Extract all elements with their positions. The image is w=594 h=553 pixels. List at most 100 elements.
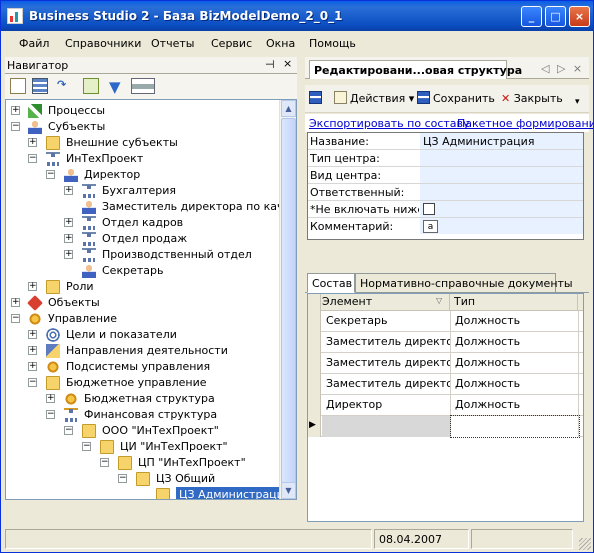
- status-panel-empty: [471, 529, 573, 549]
- expander-icon[interactable]: −: [46, 410, 55, 419]
- table-row[interactable]: Заместитель директо... Должность: [308, 332, 583, 353]
- actions-button[interactable]: Действия ▾: [334, 90, 414, 108]
- editor-tab[interactable]: Редактировани...овая структура: [309, 60, 522, 79]
- expander-icon[interactable]: −: [46, 170, 55, 179]
- org-icon: [46, 152, 60, 166]
- close-button[interactable]: ×: [569, 6, 590, 27]
- expander-icon[interactable]: +: [64, 218, 73, 227]
- composition-grid: Элемент ▽ Тип Секретарь Должность Замести…: [307, 293, 584, 522]
- expander-icon[interactable]: −: [64, 426, 73, 435]
- refresh-icon[interactable]: ↷: [57, 78, 73, 94]
- grid-icon[interactable]: [32, 78, 48, 94]
- current-row-icon: [308, 416, 321, 437]
- column-element[interactable]: Элемент: [308, 294, 450, 311]
- print-icon[interactable]: [131, 78, 155, 94]
- expander-icon[interactable]: −: [118, 474, 127, 483]
- expander-icon[interactable]: +: [46, 394, 55, 403]
- property-row-comment: Комментарий: a: [308, 218, 583, 235]
- direction-icon: [46, 344, 60, 358]
- expander-icon[interactable]: +: [64, 186, 73, 195]
- menu-file[interactable]: Файл: [19, 37, 49, 50]
- window-title: Business Studio 2 - База BizModelDemo_2_…: [29, 9, 343, 23]
- table-row[interactable]: Секретарь Должность: [308, 311, 583, 332]
- scroll-down-icon[interactable]: ▼: [281, 482, 296, 499]
- expander-icon[interactable]: −: [28, 378, 37, 387]
- editor-links: Экспортировать по составу Пакетное форми…: [305, 114, 593, 132]
- navigator-title: Навигатор: [7, 59, 69, 72]
- exclude-below-checkbox[interactable]: [423, 203, 435, 215]
- save-small-button[interactable]: [309, 90, 325, 108]
- menu-service[interactable]: Сервис: [211, 37, 252, 50]
- expander-icon[interactable]: +: [28, 346, 37, 355]
- expander-icon[interactable]: +: [11, 298, 20, 307]
- menu-windows[interactable]: Окна: [266, 37, 295, 50]
- expander-icon[interactable]: +: [28, 282, 37, 291]
- scroll-up-icon[interactable]: ▲: [281, 100, 296, 117]
- center-type-field[interactable]: [419, 150, 583, 166]
- table-row[interactable]: Директор Должность: [308, 395, 583, 416]
- property-row-center-type: Тип центра:: [308, 150, 583, 167]
- tab-composition[interactable]: Состав: [307, 273, 355, 293]
- save-button[interactable]: Сохранить: [417, 90, 495, 108]
- navigator-tree: + Процессы − Субъекты + Внешние субъекты − И…: [5, 99, 297, 500]
- expander-icon[interactable]: −: [82, 442, 91, 451]
- expander-icon[interactable]: +: [28, 362, 37, 371]
- filter-icon[interactable]: ▼: [109, 78, 125, 96]
- bsc-icon: [46, 328, 60, 342]
- report-icon[interactable]: [83, 78, 99, 94]
- comment-editor-icon[interactable]: a: [423, 220, 438, 233]
- expander-icon[interactable]: +: [64, 234, 73, 243]
- tab-navigation-icons[interactable]: ◁ ▷ ×: [541, 62, 584, 75]
- save-icon: [309, 91, 322, 104]
- minimize-button[interactable]: _: [521, 6, 542, 27]
- close-editor-button[interactable]: ✕ Закрыть: [501, 90, 563, 108]
- table-row[interactable]: Заместитель директо... Должность: [308, 353, 583, 374]
- menu-reports[interactable]: Отчеты: [151, 37, 194, 50]
- navigator-scrollbar[interactable]: ▲ ▼: [279, 100, 296, 499]
- navigator-close-icon[interactable]: ×: [283, 57, 292, 70]
- table-row[interactable]: Заместитель директо... Должность: [308, 374, 583, 395]
- expander-icon[interactable]: +: [28, 138, 37, 147]
- property-row-center-kind: Вид центра:: [308, 167, 583, 184]
- menu-references[interactable]: Справочники: [65, 37, 141, 50]
- maximize-button[interactable]: □: [545, 6, 566, 27]
- status-bar: 08.04.2007: [1, 526, 593, 552]
- close-icon: ✕: [501, 92, 511, 105]
- expander-icon[interactable]: +: [11, 106, 20, 115]
- save-icon: [417, 91, 430, 104]
- expander-icon[interactable]: −: [100, 458, 109, 467]
- status-date: 08.04.2007: [379, 533, 442, 546]
- budget-icon: [64, 392, 78, 406]
- toolbar-overflow-icon[interactable]: ▾: [575, 97, 580, 107]
- responsible-field[interactable]: [419, 184, 583, 200]
- expander-icon[interactable]: −: [28, 154, 37, 163]
- center-kind-field[interactable]: [419, 167, 583, 183]
- scroll-thumb[interactable]: [281, 118, 296, 483]
- management-icon: [28, 312, 42, 326]
- comment-field[interactable]: a: [419, 218, 583, 234]
- property-row-responsible: Ответственный:: [308, 184, 583, 201]
- finance-icon: [64, 408, 78, 422]
- grid-header: Элемент ▽ Тип: [308, 294, 583, 311]
- menu-help[interactable]: Помощь: [309, 37, 356, 50]
- folder-open-icon: [46, 376, 60, 390]
- org-icon: [82, 232, 96, 246]
- resize-grip-icon[interactable]: [579, 538, 591, 550]
- column-type[interactable]: Тип: [450, 294, 578, 311]
- person-icon: [64, 168, 78, 182]
- tab-normative-documents[interactable]: Нормативно-справочные документы: [355, 273, 573, 293]
- expander-icon[interactable]: −: [11, 122, 20, 131]
- menu-bar: Файл Справочники Отчеты Сервис Окна Помо…: [1, 31, 593, 55]
- status-panel: [5, 529, 372, 549]
- batch-link[interactable]: Пакетное формирование: [457, 117, 593, 130]
- name-field[interactable]: ЦЗ Администрация: [419, 133, 583, 149]
- edit-icon[interactable]: [10, 78, 26, 94]
- expander-icon[interactable]: +: [64, 250, 73, 259]
- new-table-row[interactable]: [308, 415, 583, 438]
- bottom-tabs: Состав Нормативно-справочные документы: [305, 273, 589, 293]
- expander-icon[interactable]: +: [28, 330, 37, 339]
- export-link[interactable]: Экспортировать по составу: [309, 117, 470, 130]
- expander-icon[interactable]: −: [11, 314, 20, 323]
- title-bar[interactable]: Business Studio 2 - База BizModelDemo_2_…: [1, 1, 593, 31]
- pin-icon[interactable]: ⊣: [265, 58, 275, 71]
